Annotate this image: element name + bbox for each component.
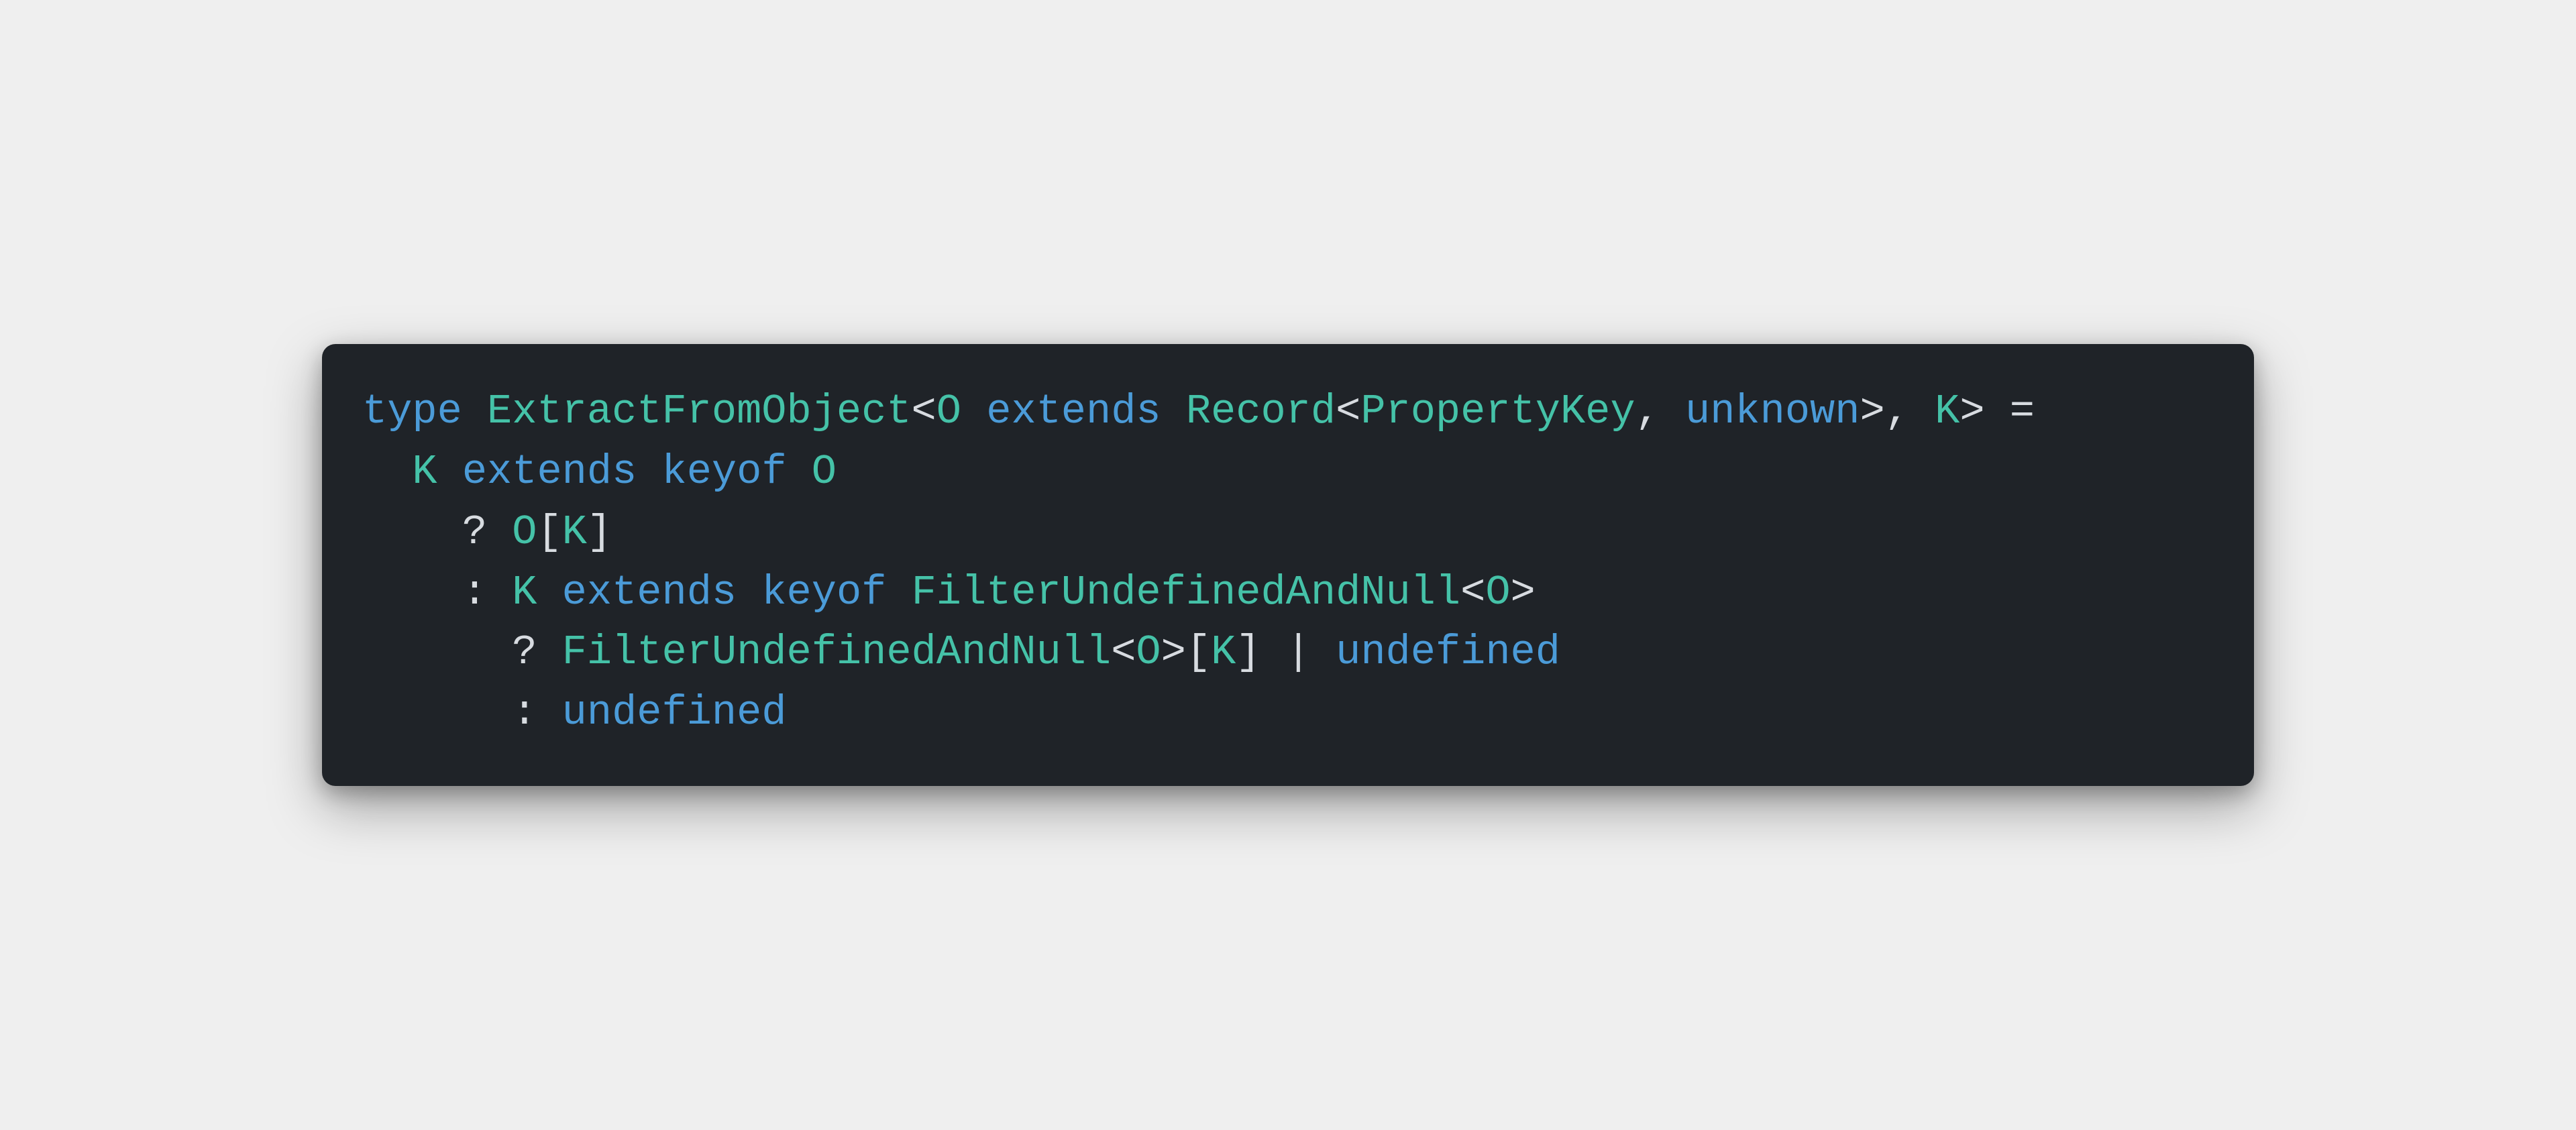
- code-token: >,: [1860, 388, 1935, 435]
- code-token: O: [1136, 628, 1161, 676]
- code-token: ExtractFromObject: [487, 388, 912, 435]
- code-token: :: [362, 689, 562, 736]
- code-token: O: [812, 448, 837, 496]
- code-token: > =: [1960, 388, 2035, 435]
- code-token: O: [512, 508, 537, 556]
- code-token: <: [912, 388, 936, 435]
- code-token: ]: [587, 508, 612, 556]
- code-token: undefined: [562, 689, 787, 736]
- code-token: :: [362, 569, 512, 616]
- code-token: K: [512, 569, 537, 616]
- code-token: >: [1511, 569, 1536, 616]
- code-token: O: [936, 388, 961, 435]
- code-token: ] |: [1236, 628, 1336, 676]
- code-token: ?: [362, 508, 512, 556]
- code-token: <: [1111, 628, 1136, 676]
- code-token: ?: [362, 628, 562, 676]
- code-block: type ExtractFromObject<O extends Record<…: [362, 382, 2214, 743]
- code-token: O: [1485, 569, 1510, 616]
- code-card: type ExtractFromObject<O extends Record<…: [322, 344, 2254, 786]
- code-token: K: [412, 448, 437, 496]
- code-token: FilterUndefinedAndNull: [562, 628, 1112, 676]
- code-token: <: [1336, 388, 1360, 435]
- code-token: Record: [1186, 388, 1336, 435]
- code-token: extends keyof: [437, 448, 812, 496]
- code-token: type: [362, 388, 487, 435]
- code-token: unknown: [1685, 388, 1860, 435]
- code-token: undefined: [1336, 628, 1560, 676]
- code-token: PropertyKey: [1360, 388, 1635, 435]
- code-token: FilterUndefinedAndNull: [912, 569, 1461, 616]
- code-token: [: [537, 508, 561, 556]
- code-token: <: [1460, 569, 1485, 616]
- code-token: K: [1935, 388, 1960, 435]
- code-token: ,: [1635, 388, 1685, 435]
- code-token: >[: [1161, 628, 1211, 676]
- code-token: extends: [961, 388, 1186, 435]
- code-token: K: [562, 508, 587, 556]
- code-token: [362, 448, 412, 496]
- code-token: K: [1211, 628, 1236, 676]
- code-token: extends keyof: [537, 569, 911, 616]
